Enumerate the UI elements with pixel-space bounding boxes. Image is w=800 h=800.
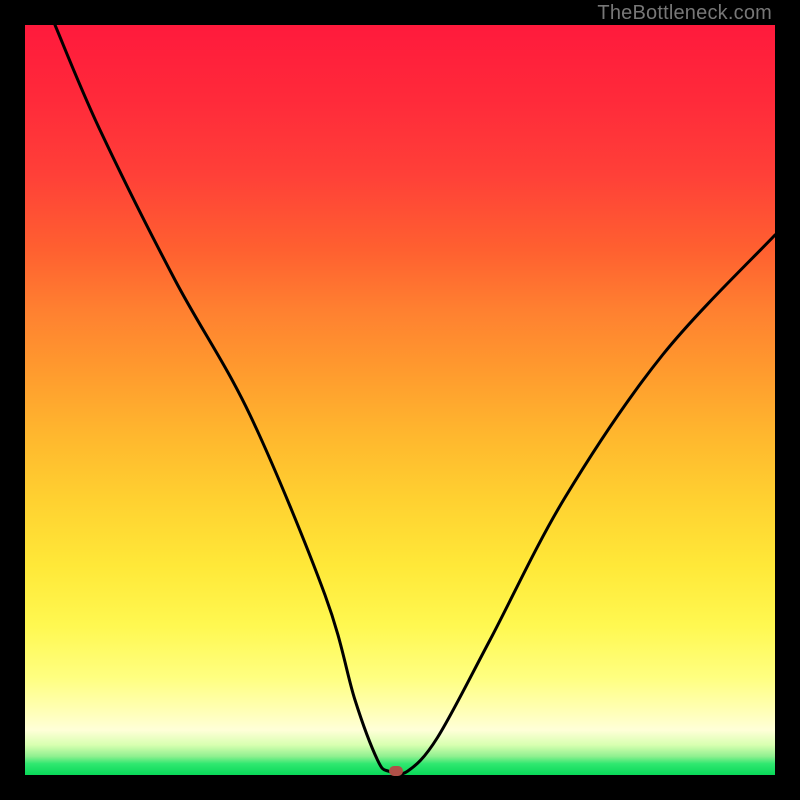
watermark-text: TheBottleneck.com [597, 2, 772, 25]
curve-path [55, 25, 775, 774]
outer-frame: TheBottleneck.com [0, 0, 800, 800]
bottleneck-curve [25, 25, 775, 775]
plot-area [25, 25, 775, 775]
minimum-marker [389, 766, 403, 776]
